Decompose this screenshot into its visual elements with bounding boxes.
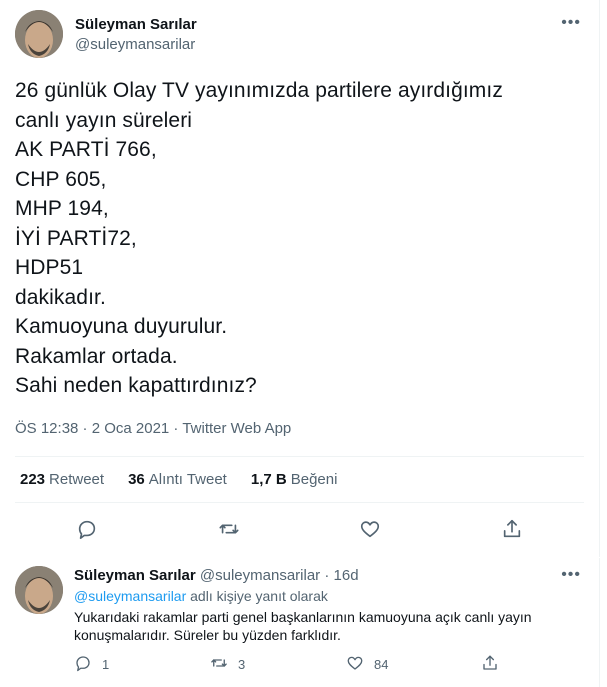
reply-button[interactable]: 1	[74, 654, 109, 675]
like-count: 84	[374, 657, 389, 672]
retweet-count: 3	[238, 657, 246, 672]
retweet-icon	[210, 654, 228, 675]
tweet-line: Sahi neden kapattırdınız?	[15, 374, 257, 397]
reply-author-name[interactable]: Süleyman Sarılar	[74, 567, 196, 584]
like-icon[interactable]	[359, 518, 381, 540]
more-icon[interactable]: •••	[561, 566, 581, 584]
tweet-line: Kamuoyuna duyurulur.	[15, 315, 228, 338]
reply-tweet[interactable]: Süleyman Sarılar @suleymansarilar · 16d …	[0, 558, 600, 687]
avatar[interactable]	[15, 566, 63, 614]
tweet-stats: 223 Retweet 36 Alıntı Tweet 1,7 B Beğeni	[20, 471, 337, 488]
like-button[interactable]: 84	[346, 654, 388, 675]
quote-label: Alıntı Tweet	[148, 471, 227, 488]
share-icon	[481, 654, 499, 675]
quote-stat[interactable]: 36 Alıntı Tweet	[128, 471, 227, 488]
like-icon	[346, 654, 364, 675]
mention-link[interactable]: @suleymansarilar	[74, 588, 186, 604]
retweet-count: 223	[20, 471, 46, 488]
share-button[interactable]	[481, 654, 499, 675]
tweet-line: Rakamlar ortada.	[15, 344, 178, 368]
tweet-actions	[0, 512, 599, 546]
retweet-label: Retweet	[49, 471, 105, 488]
tweet-line: İYİ PARTİ72,	[15, 226, 137, 250]
tweet-timestamp[interactable]: ÖS 12:38 · 2 Oca 2021 · Twitter Web App	[15, 420, 291, 437]
share-icon[interactable]	[501, 518, 523, 540]
main-tweet: Süleyman Sarılar @suleymansarilar ••• 26…	[0, 0, 600, 557]
reply-actions: 1 3 84	[74, 654, 584, 678]
like-label: Beğeni	[290, 471, 338, 488]
reply-author-handle[interactable]: @suleymansarilar	[200, 567, 320, 584]
tweet-line: CHP 605,	[15, 167, 107, 191]
tweet-line: 26 günlük Olay TV yayınımızda partilere …	[15, 79, 503, 102]
tweet-line: AK PARTİ 766,	[15, 138, 157, 161]
like-stat[interactable]: 1,7 B Beğeni	[251, 471, 338, 488]
reply-icon	[74, 654, 92, 675]
like-count: 1,7 B	[250, 471, 287, 488]
avatar[interactable]	[15, 10, 63, 58]
reply-count: 1	[102, 657, 110, 672]
author-name[interactable]: Süleyman Sarılar	[75, 16, 197, 33]
more-icon[interactable]: •••	[561, 14, 581, 32]
retweet-stat[interactable]: 223 Retweet	[20, 471, 104, 488]
divider	[15, 456, 584, 457]
tweet-line: HDP51	[15, 256, 84, 279]
quote-count: 36	[128, 471, 145, 488]
tweet-line: MHP 194,	[15, 197, 109, 220]
reply-text: Yukarıdaki rakamlar parti genel başkanla…	[74, 609, 532, 643]
reply-icon[interactable]	[76, 518, 98, 540]
author-handle[interactable]: @suleymansarilar	[75, 36, 195, 53]
replying-suffix: adlı kişiye yanıt olarak	[190, 588, 328, 604]
tweet-line: canlı yayın süreleri	[15, 108, 193, 132]
divider	[15, 502, 584, 503]
tweet-line: dakikadır.	[15, 285, 106, 309]
replying-to: @suleymansarilar adlı kişiye yanıt olara…	[74, 588, 328, 604]
retweet-button[interactable]: 3	[210, 654, 245, 675]
retweet-icon[interactable]	[218, 518, 240, 540]
reply-header: Süleyman Sarılar @suleymansarilar · 16d	[74, 567, 359, 584]
tweet-text: 26 günlük Olay TV yayınımızda partilere …	[15, 76, 575, 401]
dot-separator: ·	[324, 567, 330, 584]
reply-time[interactable]: 16d	[334, 567, 359, 584]
